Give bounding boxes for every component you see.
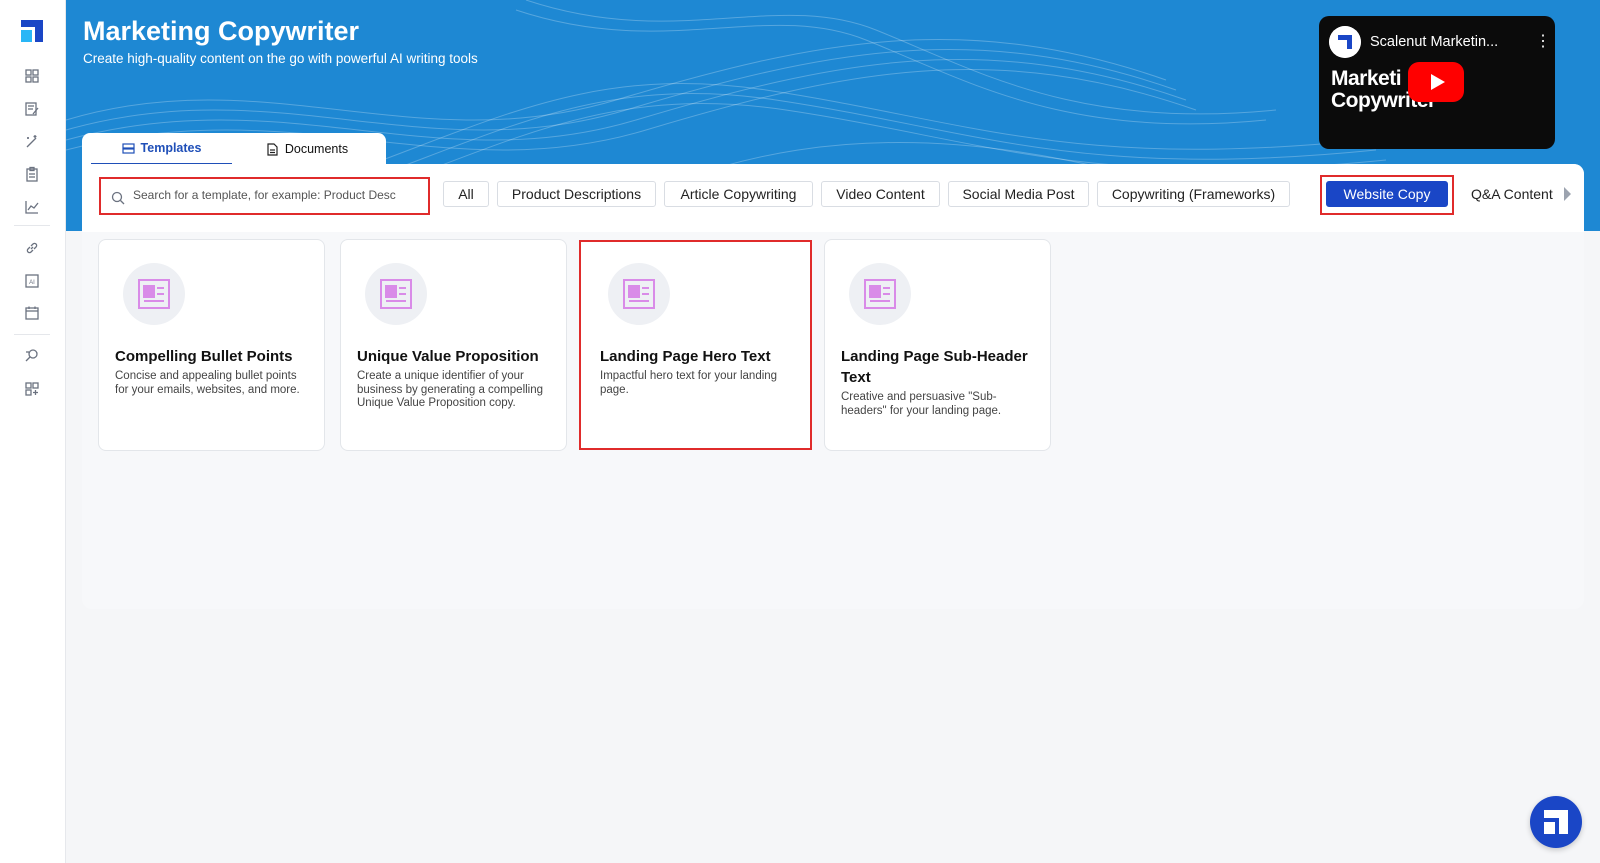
page-title: Marketing Copywriter xyxy=(83,16,360,46)
template-card-icon xyxy=(123,263,185,325)
template-card-description: Creative and persuasive "Sub-headers" fo… xyxy=(841,391,1002,417)
template-card-title: Landing Page Sub-Header Text xyxy=(841,348,1028,386)
filter-toolbar: All Product Descriptions Article Copywri… xyxy=(82,164,1584,232)
sidebar: AI xyxy=(0,0,66,863)
newspaper-icon xyxy=(864,279,896,309)
clipboard-icon[interactable] xyxy=(24,166,40,182)
tab-documents[interactable]: Documents xyxy=(232,133,382,165)
template-card-description: Create a unique identifier of your busin… xyxy=(357,370,544,409)
magic-wand-icon[interactable] xyxy=(24,134,40,150)
search-input[interactable] xyxy=(133,188,423,202)
search-doc-icon[interactable] xyxy=(24,348,40,364)
newspaper-icon xyxy=(623,279,655,309)
category-product-descriptions[interactable]: Product Descriptions xyxy=(497,181,656,207)
template-card-icon xyxy=(608,263,670,325)
template-card-description: Impactful hero text for your landing pag… xyxy=(600,370,778,396)
category-video-content[interactable]: Video Content xyxy=(821,181,940,207)
template-card-landing-page-hero-text[interactable]: Landing Page Hero Text Impactful hero te… xyxy=(579,240,812,450)
tab-templates[interactable]: Templates xyxy=(91,133,232,165)
template-card-compelling-bullet-points[interactable]: Compelling Bullet Points Concise and app… xyxy=(98,239,325,451)
channel-avatar[interactable] xyxy=(1329,26,1361,58)
template-card-title: Landing Page Hero Text xyxy=(600,348,771,365)
svg-text:AI: AI xyxy=(29,280,35,286)
document-icon xyxy=(267,142,278,156)
category-qa-content[interactable]: Q&A Content xyxy=(1471,181,1553,207)
tab-templates-label: Templates xyxy=(140,141,202,155)
category-social-media-post[interactable]: Social Media Post xyxy=(948,181,1089,207)
template-card-title: Unique Value Proposition xyxy=(357,348,539,365)
scalenut-logo[interactable] xyxy=(21,20,43,42)
sidebar-divider xyxy=(14,334,50,335)
page-subtitle: Create high-quality content on the go wi… xyxy=(83,51,478,66)
scroll-right-icon[interactable] xyxy=(1564,187,1571,201)
tab-documents-label: Documents xyxy=(284,142,349,156)
tab-bar: Templates Documents xyxy=(82,133,386,165)
document-edit-icon[interactable] xyxy=(24,101,40,117)
template-card-unique-value-proposition[interactable]: Unique Value Proposition Create a unique… xyxy=(340,239,567,451)
newspaper-icon xyxy=(380,279,412,309)
template-card-icon xyxy=(849,263,911,325)
more-vertical-icon[interactable]: ⋮ xyxy=(1535,32,1551,52)
chat-support-button[interactable] xyxy=(1530,796,1582,848)
search-box[interactable] xyxy=(99,177,430,215)
template-card-description: Concise and appealing bullet points for … xyxy=(115,370,300,396)
video-player[interactable]: Scalenut Marketin... ⋮ Marketi Copywrite… xyxy=(1319,16,1555,149)
templates-panel: All Product Descriptions Article Copywri… xyxy=(82,164,1584,609)
category-copywriting-frameworks[interactable]: Copywriting (Frameworks) xyxy=(1097,181,1290,207)
video-title[interactable]: Scalenut Marketin... xyxy=(1370,34,1498,50)
category-website-copy[interactable]: Website Copy xyxy=(1326,181,1448,207)
newspaper-icon xyxy=(138,279,170,309)
ai-icon[interactable]: AI xyxy=(24,273,40,289)
category-all[interactable]: All xyxy=(443,181,489,207)
play-button-icon[interactable] xyxy=(1408,62,1464,102)
link-icon[interactable] xyxy=(24,240,40,256)
dashboard-icon[interactable] xyxy=(24,68,40,84)
search-icon xyxy=(111,191,125,205)
apps-add-icon[interactable] xyxy=(24,381,40,397)
template-card-icon xyxy=(365,263,427,325)
calendar-icon[interactable] xyxy=(24,305,40,321)
chart-icon[interactable] xyxy=(24,199,40,215)
template-card-title: Compelling Bullet Points xyxy=(115,348,293,365)
scalenut-logo-icon xyxy=(1544,810,1568,834)
templates-icon xyxy=(121,142,135,154)
sidebar-divider xyxy=(14,225,50,226)
category-article-copywriting[interactable]: Article Copywriting xyxy=(664,181,813,207)
template-card-landing-page-sub-header-text[interactable]: Landing Page Sub-Header Text Creative an… xyxy=(824,239,1051,451)
